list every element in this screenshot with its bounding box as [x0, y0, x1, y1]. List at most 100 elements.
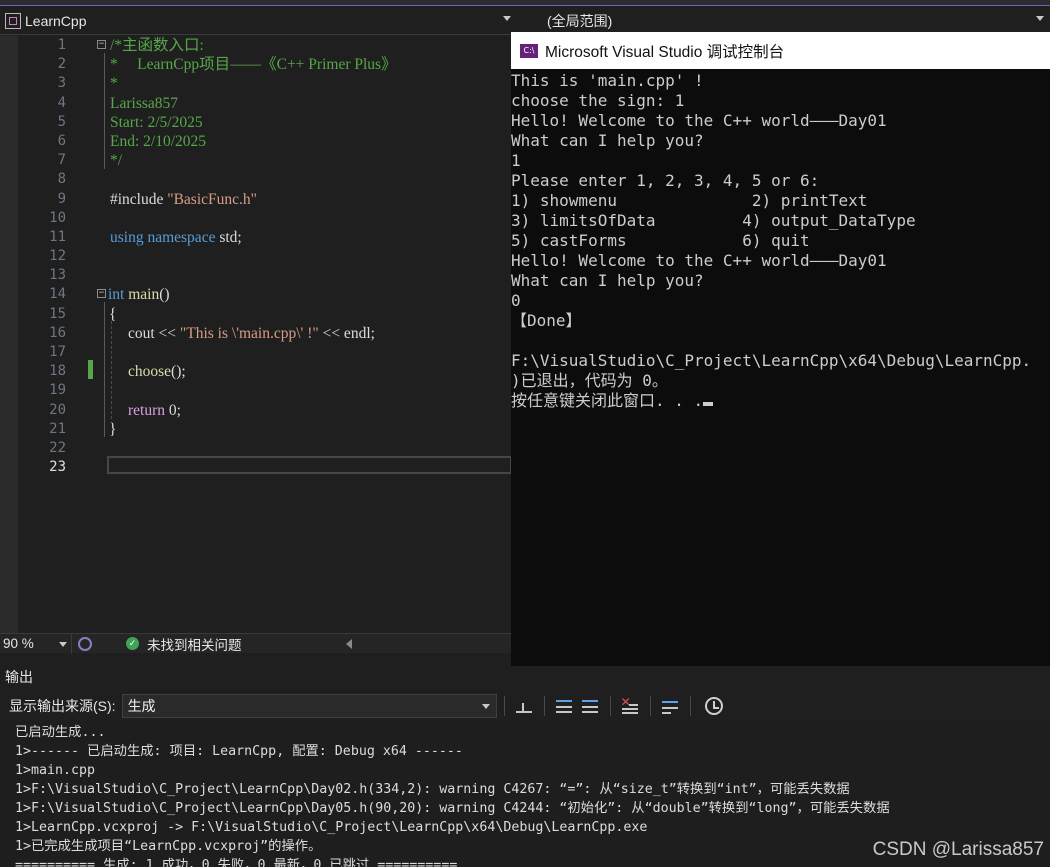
console-line: F:\VisualStudio\C_Project\LearnCpp\x64\D…	[511, 351, 1050, 371]
zoom-dropdown[interactable]: 90 %	[0, 633, 72, 654]
keyword: using namespace	[110, 228, 216, 246]
line-number: 23	[49, 459, 66, 476]
code-line: int main()	[96, 285, 512, 304]
console-line: choose the sign: 1	[511, 91, 1050, 111]
console-title: Microsoft Visual Studio 调试控制台	[545, 43, 785, 61]
keyword: return	[128, 401, 166, 419]
project-name: LearnCpp	[25, 13, 87, 29]
change-indicator	[88, 360, 93, 379]
editor-margin	[0, 36, 18, 633]
console-title-bar[interactable]: C:\ Microsoft Visual Studio 调试控制台	[511, 32, 1050, 69]
cpp-project-icon	[5, 13, 21, 29]
console-line-text: Hello! Welcome to the C++ world———Day01	[511, 251, 887, 270]
console-line-text: 1) showmenu 2) printText	[511, 191, 868, 210]
visual-studio-icon: C:\	[520, 43, 538, 58]
console-output: This is 'main.cpp' ! choose the sign: 1 He…	[511, 69, 1050, 411]
code-line: {	[96, 305, 512, 324]
line-number: 14	[49, 286, 66, 303]
function-name: choose	[128, 363, 172, 381]
console-line-text: )已退出，代码为 0。	[511, 371, 668, 390]
toolbar-separator	[503, 696, 505, 716]
console-line: 按任意键关闭此窗口. . .	[511, 391, 1050, 411]
word-wrap-icon[interactable]	[661, 697, 679, 715]
scope-dropdown[interactable]: (全局范围)	[520, 8, 1050, 35]
code-line: using namespace std;	[96, 228, 512, 247]
console-line: Please enter 1, 2, 3, 4, 5 or 6:	[511, 171, 1050, 191]
console-line-text: What can I help you?	[511, 271, 704, 290]
code-line: * LearnCpp项目——《C++ Primer Plus》	[96, 55, 512, 74]
console-line: What can I help you?	[511, 131, 1050, 151]
comment-text: Larissa857	[110, 94, 179, 112]
line-number: 22	[49, 439, 66, 456]
toolbar-separator	[689, 696, 691, 716]
line-number: 15	[49, 305, 66, 322]
console-line-text: 0	[511, 291, 521, 310]
title-accent-strip	[0, 0, 1050, 6]
console-line: )已退出，代码为 0。	[511, 371, 1050, 391]
output-panel-title: 输出	[5, 669, 33, 685]
line-number: 17	[49, 344, 66, 360]
output-line: 1>main.cpp	[15, 763, 96, 778]
string-literal: "This is \'main.cpp\' !"	[179, 324, 319, 342]
console-line-text: choose the sign: 1	[511, 91, 685, 110]
comment-text: *	[110, 75, 118, 93]
code-text: ()	[159, 286, 170, 304]
issues-status[interactable]: 未找到相关问题	[147, 634, 242, 654]
code-line: */	[96, 151, 512, 170]
current-line-highlight	[107, 456, 512, 474]
line-number-gutter: 1 2 3 4 5 6 7 8 9 10 11 12 13 14 15 16 17 18 19 20 21 22 23	[18, 36, 66, 477]
code-line: return 0;	[96, 401, 512, 420]
output-line: 1>F:\VisualStudio\C_Project\LearnCpp\Day…	[15, 801, 890, 816]
toolbar-separator	[649, 696, 651, 716]
code-line: Start: 2/5/2025	[96, 113, 512, 132]
chevron-down-icon	[481, 704, 490, 709]
output-line: 1>LearnCpp.vcxproj -> F:\VisualStudio\C_…	[15, 820, 648, 835]
code-line: Larissa857	[96, 94, 512, 113]
line-number: 7	[57, 152, 66, 169]
code-line: /*主函数入口:	[96, 36, 512, 55]
line-number: 8	[57, 171, 66, 188]
comment-text: /*主函数入口:	[110, 37, 204, 54]
goto-line-icon[interactable]	[515, 697, 533, 715]
line-number: 19	[49, 382, 66, 399]
scope-label: (全局范围)	[547, 13, 613, 29]
line-number: 21	[49, 420, 66, 437]
output-line: 1>F:\VisualStudio\C_Project\LearnCpp\Day…	[15, 782, 850, 797]
code-editor[interactable]: 1 2 3 4 5 6 7 8 9 10 11 12 13 14 15 16 17 18 19 20 21 22 23 − …	[0, 36, 512, 633]
output-source-select[interactable]: 生成	[121, 694, 497, 718]
code-lines: /*主函数入口: * LearnCpp项目——《C++ Primer Plus》…	[96, 36, 512, 477]
intellicode-icon[interactable]	[78, 636, 92, 651]
previous-message-icon[interactable]	[555, 697, 573, 715]
code-text: cout <<	[128, 324, 180, 342]
console-line: 5) castForms 6) quit	[511, 231, 1050, 251]
code-line: *	[96, 74, 512, 93]
console-line-text: 【Done】	[511, 311, 582, 330]
project-dropdown[interactable]: LearnCpp	[0, 8, 517, 35]
line-number: 3	[57, 75, 66, 92]
line-number: 5	[57, 113, 66, 130]
comment-text: End: 2/10/2025	[110, 132, 207, 150]
console-line-text: 5) castForms 6) quit	[511, 231, 810, 250]
console-line: What can I help you?	[511, 271, 1050, 291]
line-number: 13	[49, 267, 66, 284]
scroll-left-icon[interactable]	[345, 638, 352, 649]
editor-status-bar: 90 % ✓ 未找到相关问题	[0, 633, 512, 654]
console-line-text: Please enter 1, 2, 3, 4, 5 or 6:	[511, 171, 820, 190]
clear-all-icon[interactable]: ✕	[621, 695, 639, 715]
line-number: 4	[57, 94, 66, 111]
next-message-icon[interactable]	[581, 697, 599, 715]
console-line-text: Hello! Welcome to the C++ world———Day01	[511, 111, 887, 130]
debug-console-window[interactable]: C:\ Microsoft Visual Studio 调试控制台 This i…	[511, 32, 1050, 668]
code-line: cout << "This is \'main.cpp\' !" << endl…	[96, 324, 512, 343]
console-line-text: What can I help you?	[511, 131, 704, 150]
console-line: Hello! Welcome to the C++ world———Day01	[511, 111, 1050, 131]
line-number: 2	[57, 56, 66, 73]
line-number: 20	[49, 401, 66, 418]
clock-icon[interactable]	[704, 697, 723, 715]
comment-text: * LearnCpp项目——《C++ Primer Plus》	[110, 56, 397, 74]
